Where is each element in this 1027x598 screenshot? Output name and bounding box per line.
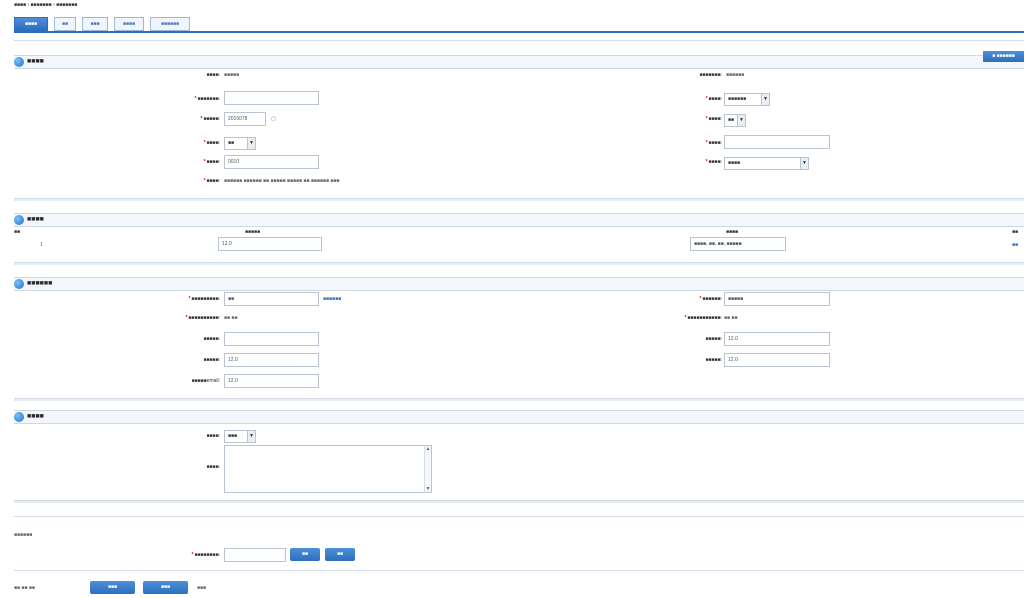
remarks-textarea[interactable]: ▲ ▼ bbox=[224, 445, 432, 493]
basic-row2-input[interactable] bbox=[224, 91, 319, 105]
party-row3-input[interactable] bbox=[224, 332, 319, 346]
chevron-down-icon: ▼ bbox=[247, 138, 255, 149]
basic-row1-value2: ■■■■■■ bbox=[726, 72, 745, 78]
basic-row4-input[interactable] bbox=[724, 135, 830, 149]
detail-row1-no: 1 bbox=[40, 242, 43, 248]
section-basic-title: ■■■■ bbox=[27, 58, 44, 65]
info-circle-icon bbox=[14, 279, 24, 289]
section-divider bbox=[14, 262, 1024, 265]
basic-row5-label: *■■■■: bbox=[203, 159, 220, 165]
footer-right-text: ■■■ bbox=[197, 585, 207, 591]
detail-row1-name-input[interactable]: ■■■■, ■■, ■■, ■■■■■ bbox=[690, 237, 786, 251]
col-op: ■■ bbox=[1012, 229, 1019, 235]
col-name: ■■■■ bbox=[726, 229, 739, 235]
chevron-down-icon: ▼ bbox=[800, 158, 808, 169]
party-row1-input[interactable]: ■■ bbox=[224, 292, 319, 306]
party-row1-input2[interactable]: ■■■■■ bbox=[724, 292, 830, 306]
party-select-link[interactable]: ■■■■■■ bbox=[323, 292, 341, 306]
tab-underline bbox=[14, 31, 1024, 33]
attach-caption: ■■■■■■ bbox=[14, 532, 33, 538]
breadcrumb: ■■■■ › ■■■■■■■ › ■■■■■■■ bbox=[14, 2, 78, 8]
section-party-header bbox=[14, 277, 1024, 291]
scroll-down-icon[interactable]: ▼ bbox=[425, 486, 431, 492]
tab-3[interactable]: ■■■ bbox=[82, 17, 108, 31]
basic-row3-label: *■■■■■: bbox=[200, 116, 220, 122]
party-row4-label2: ■■■■■: bbox=[705, 357, 723, 363]
basic-row3-label2: *■■■■: bbox=[705, 116, 722, 122]
party-row2-label: *■■■■■■■■■■: bbox=[185, 315, 220, 321]
calendar-icon[interactable]: ▢ bbox=[271, 112, 276, 126]
party-row1-label2: *■■■■■■: bbox=[699, 296, 722, 302]
party-row3-label2: ■■■■■: bbox=[705, 336, 723, 342]
section-basic-header bbox=[14, 55, 1024, 69]
info-circle-icon bbox=[14, 412, 24, 422]
basic-row4-label2: *■■■■: bbox=[705, 140, 722, 146]
upload-button[interactable]: ■■ bbox=[325, 548, 355, 561]
basic-row3-date-input[interactable]: 2016078 bbox=[224, 112, 266, 126]
other-row1-label: ■■■■: bbox=[206, 433, 220, 439]
party-row3-input2[interactable]: 12.0 bbox=[724, 332, 830, 346]
basic-row2-label2: *■■■■: bbox=[705, 96, 722, 102]
attach-label: *■■■■■■■■: bbox=[191, 552, 220, 558]
tab-4[interactable]: ■■■■ bbox=[114, 17, 144, 31]
section-divider bbox=[14, 500, 1024, 503]
party-row3-label: ■■■■■: bbox=[203, 336, 221, 342]
divider bbox=[14, 516, 1024, 517]
col-no: ■■ bbox=[14, 229, 21, 235]
party-row4-label: ■■■■■: bbox=[203, 357, 221, 363]
chevron-down-icon: ▼ bbox=[737, 115, 745, 126]
chevron-down-icon: ▼ bbox=[247, 431, 255, 442]
footer-left-text: ■■ ■■ ■■ bbox=[14, 585, 35, 591]
detail-row1-code-input[interactable]: 12.0 bbox=[218, 237, 322, 251]
basic-row6-options[interactable]: ■■■■■■ ■■■■■■ ■■ ■■■■■ ■■■■■ ■■ ■■■■■■ ■… bbox=[224, 174, 339, 188]
info-circle-icon bbox=[14, 57, 24, 67]
basic-row6-label: *■■■■: bbox=[203, 178, 220, 184]
basic-row2-select[interactable]: ■■■■■■ ▼ bbox=[724, 93, 770, 106]
party-row5-label: ■■■■■email: bbox=[191, 378, 220, 384]
section-other-header bbox=[14, 410, 1024, 424]
tab-2[interactable]: ■■ bbox=[54, 17, 76, 31]
party-row1-label: *■■■■■■■■■: bbox=[188, 296, 220, 302]
party-row4-input[interactable]: 12.0 bbox=[224, 353, 319, 367]
divider bbox=[14, 40, 1024, 41]
party-row4-input2[interactable]: 12.0 bbox=[724, 353, 830, 367]
detail-row1-delete-link[interactable]: ■■ bbox=[1012, 238, 1018, 252]
basic-row1-label2: ■■■■■■■: bbox=[699, 72, 722, 78]
basic-row5-label2: *■■■■: bbox=[705, 159, 722, 165]
scroll-up-icon[interactable]: ▲ bbox=[425, 446, 431, 452]
section-divider bbox=[14, 198, 1024, 201]
other-row2-label: ■■■■: bbox=[206, 464, 220, 470]
party-row2-radios[interactable]: ■■ ■■ bbox=[224, 311, 237, 325]
basic-row2-label: *■■■■■■■: bbox=[194, 96, 220, 102]
basic-row3-select[interactable]: ■■ ▼ bbox=[724, 114, 746, 127]
tab-basic[interactable]: ■■■■ bbox=[14, 17, 48, 31]
add-button[interactable]: ■ ■■■■■■ bbox=[983, 51, 1024, 62]
section-other-title: ■■■■ bbox=[27, 413, 44, 420]
section-party-title: ■■■■■■ bbox=[27, 280, 53, 287]
chevron-down-icon: ▼ bbox=[761, 94, 769, 105]
tab-5[interactable]: ■■■■■■ bbox=[150, 17, 190, 31]
section-divider bbox=[14, 398, 1024, 401]
info-circle-icon bbox=[14, 215, 24, 225]
party-row2-radios2[interactable]: ■■ ■■ bbox=[724, 311, 737, 325]
basic-row1-label: ■■■■: bbox=[206, 72, 220, 78]
divider bbox=[14, 570, 1024, 571]
basic-row1-value: ■■■■■ bbox=[224, 72, 240, 78]
section-detail-header bbox=[14, 213, 1024, 227]
prev-button[interactable]: ■■■ bbox=[90, 581, 135, 594]
basic-row4-select[interactable]: ■■ ▼ bbox=[224, 137, 256, 150]
basic-row5-select[interactable]: ■■■■ ▼ bbox=[724, 157, 809, 170]
browse-button[interactable]: ■■ bbox=[290, 548, 320, 561]
next-button[interactable]: ■■■ bbox=[143, 581, 188, 594]
scrollbar[interactable]: ▲ ▼ bbox=[424, 446, 431, 492]
basic-row5-input[interactable]: 0010 bbox=[224, 155, 319, 169]
party-row5-input[interactable]: 12.0 bbox=[224, 374, 319, 388]
section-detail-title: ■■■■ bbox=[27, 216, 44, 223]
basic-row4-label: *■■■■: bbox=[203, 140, 220, 146]
other-row1-select[interactable]: ■■■ ▼ bbox=[224, 430, 256, 443]
col-code: ■■■■■ bbox=[245, 229, 261, 235]
party-row2-label2: *■■■■■■■■■■■: bbox=[684, 315, 722, 321]
attach-file-input[interactable] bbox=[224, 548, 286, 562]
